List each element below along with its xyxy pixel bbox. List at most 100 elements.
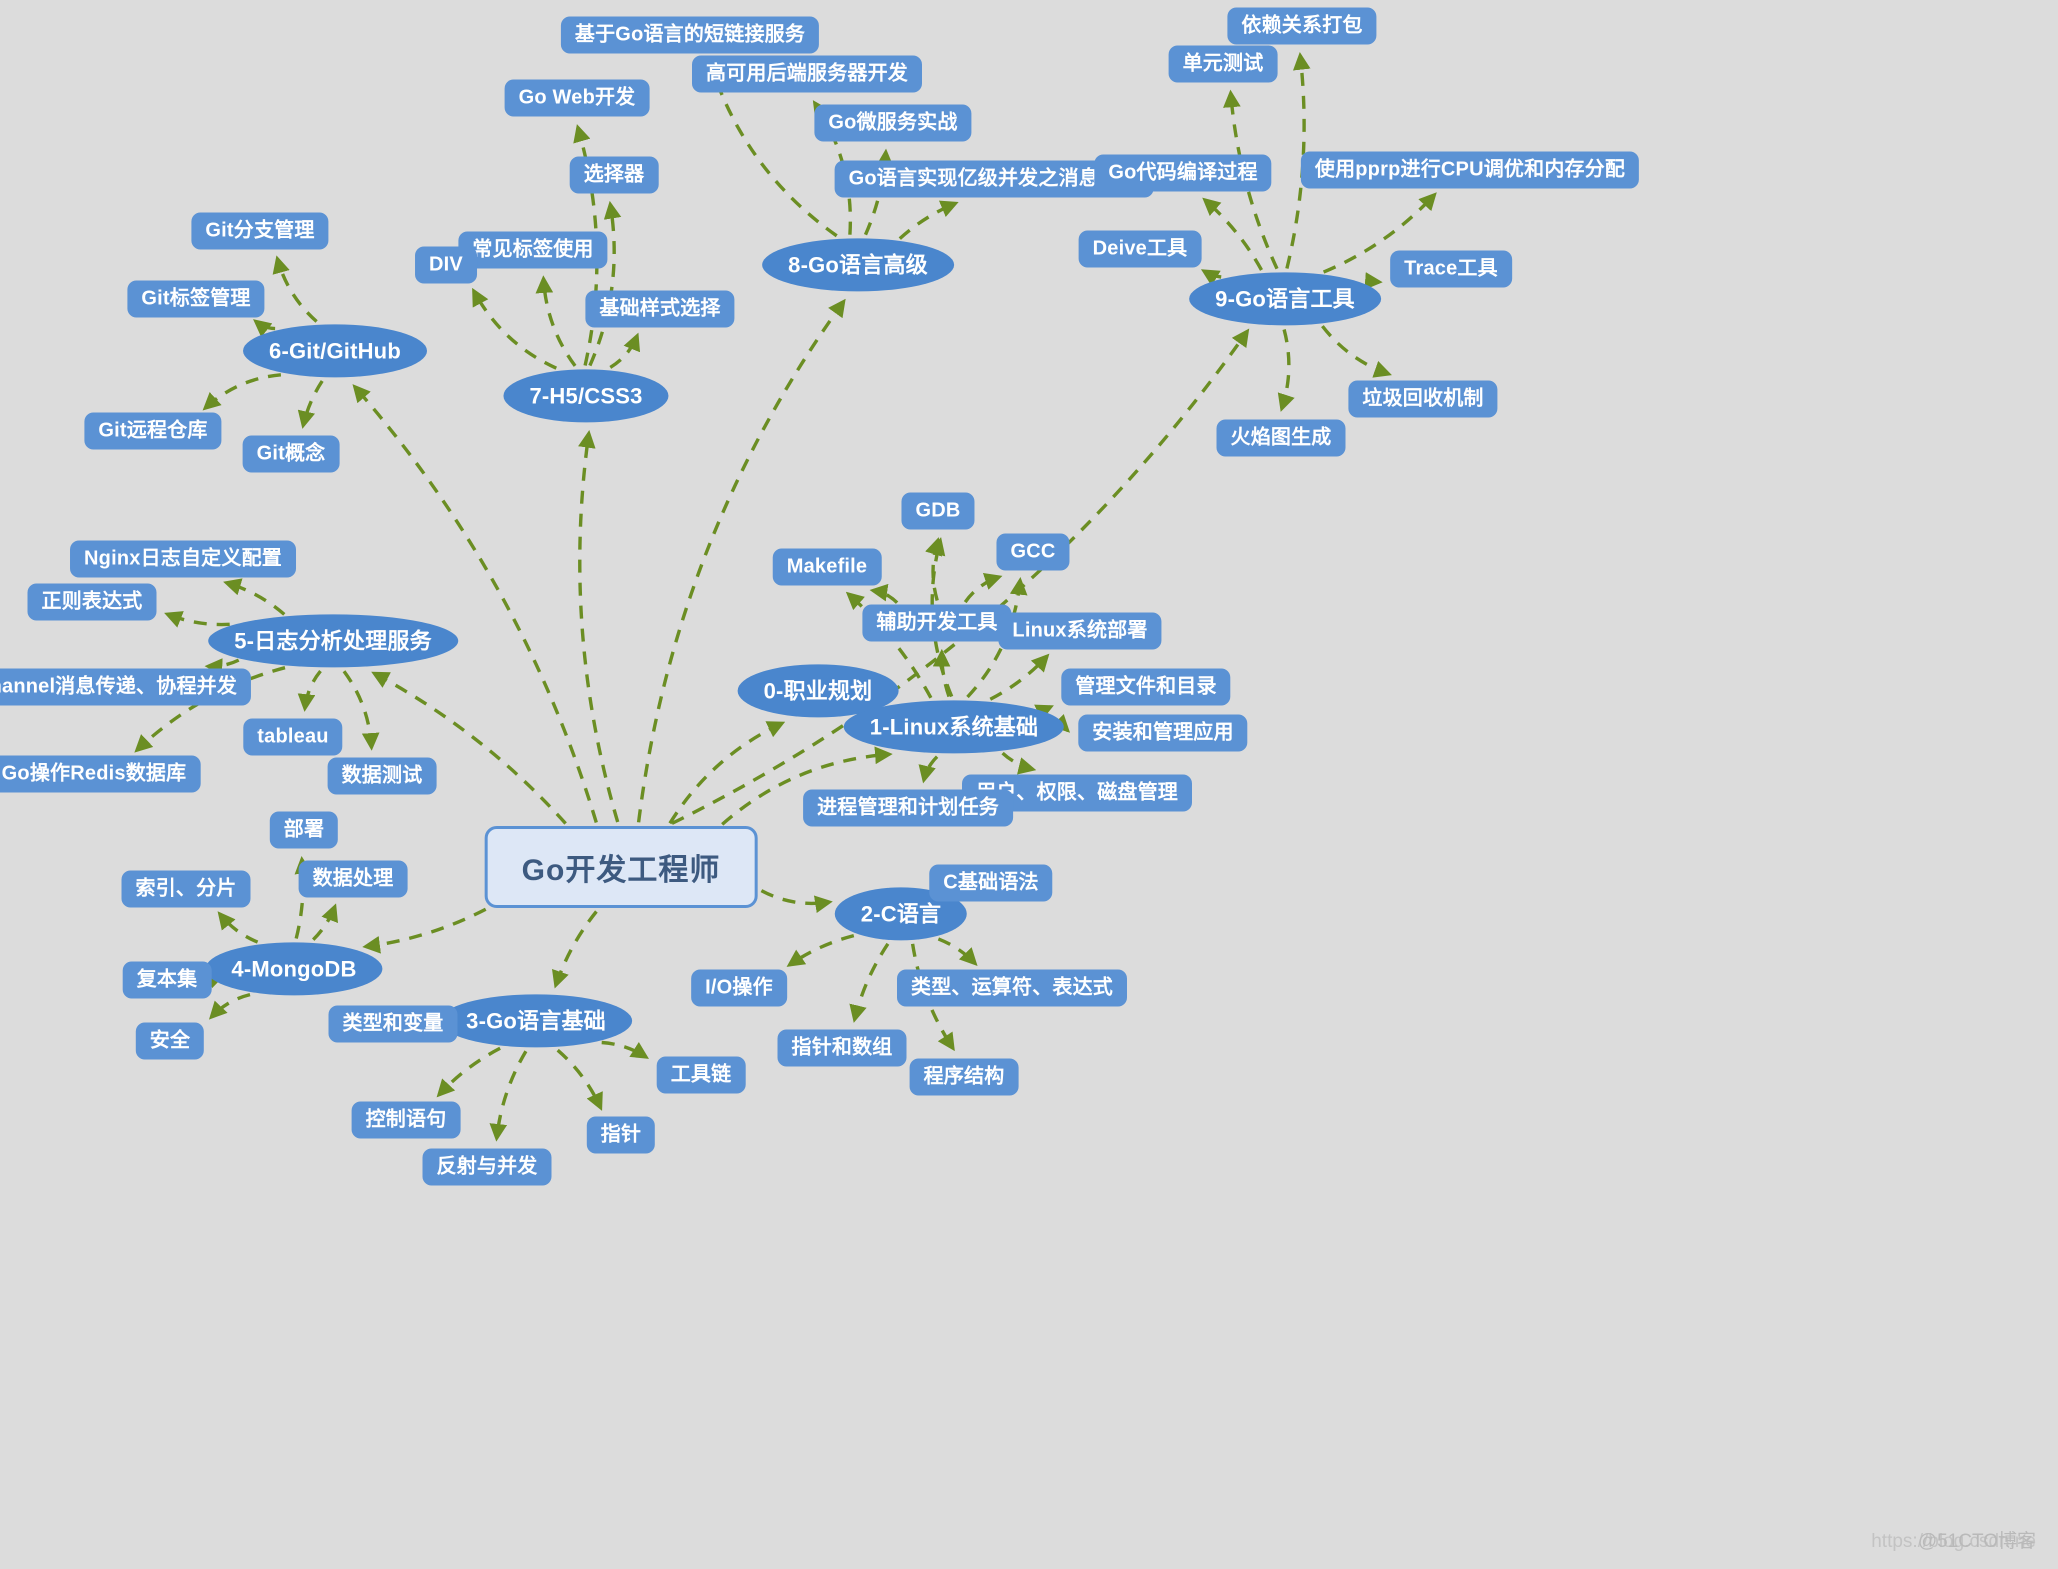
edge bbox=[1202, 197, 1263, 271]
edge bbox=[362, 907, 487, 954]
leaf-node[interactable]: 火焰图生成 bbox=[1216, 419, 1346, 457]
edge bbox=[963, 572, 1003, 604]
leaf-node[interactable]: Git分支管理 bbox=[191, 212, 329, 250]
leaf-node[interactable]: 管理文件和目录 bbox=[1061, 668, 1231, 706]
edge bbox=[272, 255, 318, 323]
edge bbox=[668, 721, 786, 825]
leaf-node[interactable]: Git概念 bbox=[242, 435, 340, 473]
leaf-node[interactable]: 控制语句 bbox=[351, 1101, 461, 1139]
leaf-node[interactable]: GDB bbox=[901, 492, 975, 530]
category-node[interactable]: 8-Go语言高级 bbox=[762, 238, 954, 292]
leaf-node[interactable]: 安全 bbox=[135, 1022, 205, 1060]
edge bbox=[1200, 269, 1222, 286]
leaf-node[interactable]: 基于Go语言的短链接服务 bbox=[560, 16, 820, 54]
leaf-node[interactable]: 常见标签使用 bbox=[458, 231, 608, 269]
leaf-node[interactable]: 基础样式选择 bbox=[585, 290, 735, 328]
leaf-node[interactable]: 正则表达式 bbox=[27, 583, 157, 621]
leaf-node[interactable]: 安装和管理应用 bbox=[1078, 714, 1248, 752]
leaf-node[interactable]: 辅助开发工具 bbox=[862, 604, 1012, 642]
leaf-node[interactable]: DIV bbox=[415, 246, 477, 284]
leaf-node[interactable]: I/O操作 bbox=[691, 969, 787, 1007]
edge bbox=[472, 287, 558, 370]
leaf-node[interactable]: 程序结构 bbox=[909, 1058, 1019, 1096]
edge bbox=[253, 319, 276, 338]
leaf-node[interactable]: GCC bbox=[996, 533, 1070, 571]
edge bbox=[786, 933, 855, 967]
edge bbox=[849, 942, 890, 1023]
leaf-node[interactable]: 高可用后端服务器开发 bbox=[692, 55, 922, 93]
leaf-node[interactable]: 复本集 bbox=[122, 961, 212, 999]
leaf-node[interactable]: Makefile bbox=[772, 548, 882, 586]
category-node[interactable]: 4-MongoDB bbox=[205, 942, 383, 996]
leaf-node[interactable]: 索引、分片 bbox=[121, 870, 251, 908]
leaf-node[interactable]: Go操作Redis数据库 bbox=[0, 755, 201, 793]
leaf-node[interactable]: C基础语法 bbox=[929, 864, 1053, 902]
leaf-node[interactable]: 类型和变量 bbox=[328, 1005, 458, 1043]
leaf-node[interactable]: 工具链 bbox=[656, 1056, 746, 1094]
leaf-node[interactable]: Git远程仓库 bbox=[84, 412, 222, 450]
edge bbox=[588, 200, 622, 367]
edge bbox=[578, 429, 620, 823]
leaf-node[interactable]: 垃圾回收机制 bbox=[1348, 380, 1498, 418]
edge bbox=[1034, 704, 1054, 721]
leaf-node[interactable]: 进程管理和计划任务 bbox=[803, 789, 1013, 827]
category-node[interactable]: 3-Go语言基础 bbox=[440, 994, 632, 1048]
leaf-node[interactable]: Nginx日志自定义配置 bbox=[70, 540, 296, 578]
leaf-node[interactable]: Go代码编译过程 bbox=[1094, 154, 1272, 192]
edge bbox=[1321, 325, 1392, 378]
edge bbox=[202, 373, 282, 411]
edge bbox=[1277, 329, 1295, 412]
leaf-node[interactable]: Git标签管理 bbox=[127, 280, 265, 318]
edge bbox=[760, 889, 833, 913]
category-node[interactable]: 9-Go语言工具 bbox=[1189, 272, 1381, 326]
edge bbox=[1364, 272, 1383, 290]
root-node-go-developer[interactable]: Go开发工程师 bbox=[484, 826, 758, 908]
edge bbox=[297, 380, 324, 429]
edge bbox=[918, 755, 939, 784]
edge bbox=[932, 648, 951, 698]
edge bbox=[556, 1048, 603, 1111]
category-node[interactable]: 7-H5/CSS3 bbox=[503, 369, 669, 423]
leaf-node[interactable]: 部署 bbox=[269, 811, 339, 849]
edge bbox=[208, 992, 251, 1020]
edge bbox=[989, 653, 1050, 701]
leaf-node[interactable]: 数据测试 bbox=[327, 757, 437, 795]
leaf-node[interactable]: 数据处理 bbox=[298, 860, 408, 898]
edge bbox=[436, 1046, 501, 1098]
edge bbox=[204, 658, 240, 676]
edge bbox=[869, 583, 899, 604]
leaf-node[interactable]: Trace工具 bbox=[1390, 250, 1512, 288]
category-node[interactable]: 5-日志分析处理服务 bbox=[208, 614, 458, 668]
leaf-node[interactable]: 选择器 bbox=[569, 156, 659, 194]
edge bbox=[164, 611, 230, 628]
edge bbox=[297, 670, 322, 712]
leaf-node[interactable]: 依赖关系打包 bbox=[1227, 7, 1377, 45]
edge bbox=[371, 671, 567, 825]
category-node[interactable]: 6-Git/GitHub bbox=[243, 324, 427, 378]
edge bbox=[342, 670, 380, 751]
leaf-node[interactable]: 指针 bbox=[586, 1116, 656, 1154]
edge bbox=[925, 537, 943, 601]
leaf-node[interactable]: Deive工具 bbox=[1078, 230, 1202, 268]
edge bbox=[609, 332, 641, 369]
mindmap-canvas: Go开发工程师 0-职业规划 1-Linux系统基础 2-C语言 3-Go语言基础 4-M… bbox=[0, 0, 2058, 1569]
leaf-node[interactable]: 反射与并发 bbox=[422, 1148, 552, 1186]
edge bbox=[1001, 751, 1037, 775]
edge bbox=[898, 200, 959, 240]
watermark-site: @51CTO博客 bbox=[1917, 1531, 2036, 1552]
edge bbox=[489, 1050, 528, 1142]
leaf-node[interactable]: tableau bbox=[243, 718, 343, 756]
leaf-node[interactable]: Go Web开发 bbox=[504, 79, 650, 117]
leaf-node[interactable]: 类型、运算符、表达式 bbox=[897, 969, 1127, 1007]
leaf-node[interactable]: Channel消息传递、协程并发 bbox=[0, 668, 252, 706]
leaf-node[interactable]: Linux系统部署 bbox=[998, 612, 1162, 650]
edge bbox=[937, 937, 978, 966]
edge bbox=[312, 903, 338, 941]
leaf-node[interactable]: 单元测试 bbox=[1168, 45, 1278, 83]
leaf-node[interactable]: 指针和数组 bbox=[777, 1029, 907, 1067]
leaf-node[interactable]: Go微服务实战 bbox=[814, 104, 972, 142]
edge bbox=[535, 275, 577, 367]
category-node[interactable]: 1-Linux系统基础 bbox=[843, 700, 1065, 754]
leaf-node[interactable]: 使用pprp进行CPU调优和内存分配 bbox=[1300, 151, 1640, 189]
edge bbox=[223, 578, 286, 616]
